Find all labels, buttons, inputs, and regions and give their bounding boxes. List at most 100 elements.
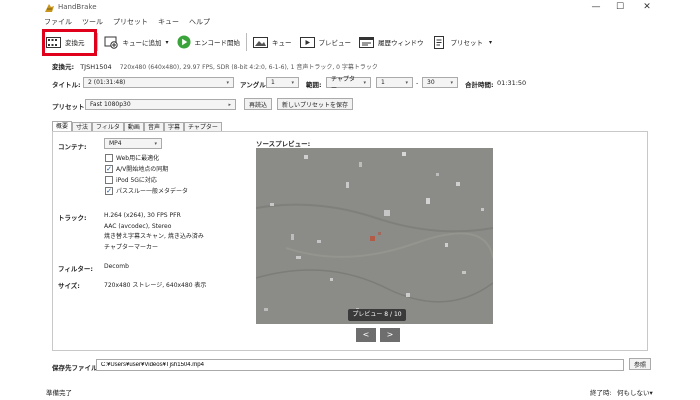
- menu-presets[interactable]: プリセット: [113, 17, 148, 28]
- chevron-down-icon: ▾: [405, 79, 408, 86]
- reload-preset-button[interactable]: 再読込: [244, 98, 273, 110]
- destination-label: 保存先ファイル:: [52, 364, 101, 372]
- chevron-down-icon: ▾: [226, 79, 229, 86]
- presets-document-icon: [433, 35, 444, 49]
- preset-select[interactable]: Fast 1080p30 ▸: [85, 99, 236, 110]
- duration-value: 01:31:50: [497, 79, 527, 87]
- option-ipod-label: iPod 5Gに対応: [116, 177, 157, 184]
- preset-select-value: Fast 1080p30: [90, 101, 131, 108]
- range-type-value: チャプター: [331, 75, 355, 92]
- size-label: サイズ:: [58, 282, 80, 290]
- range-start-select[interactable]: 1 ▾: [376, 77, 413, 88]
- preview-button[interactable]: プレビュー: [296, 31, 356, 53]
- chevron-down-icon: ▾: [291, 79, 294, 86]
- presets-button[interactable]: プリセット ▾: [428, 31, 497, 53]
- menu-tools[interactable]: ツール: [82, 17, 103, 28]
- preview-film-icon: [299, 36, 315, 48]
- toolbar: 変換元 キューに追加 ▾ エンコード開始 キュー プレビュー 履歴ウィンドウ プ…: [40, 30, 496, 54]
- queue-button[interactable]: キュー: [249, 31, 296, 53]
- container-select-value: MP4: [109, 140, 122, 147]
- source-preview-label: ソースプレビュー:: [256, 140, 311, 148]
- container-options: Web用に最適化 ✓ A/V開始地点の同期 iPod 5Gに対応 ✓ パススルー…: [105, 152, 188, 196]
- size-value: 720x480 ストレージ, 640x480 表示: [104, 282, 207, 289]
- range-end-value: 30: [427, 79, 435, 86]
- range-start-value: 1: [381, 79, 385, 86]
- range-label: 範囲:: [306, 81, 322, 89]
- save-new-preset-button[interactable]: 新しいプリセットを保存: [277, 98, 354, 110]
- chevron-down-icon: ▾: [363, 79, 366, 86]
- option-passthru-metadata[interactable]: ✓ パススルー一般メタデータ: [105, 185, 188, 196]
- tracks-list: H.264 (x264), 30 FPS PFR AAC (avcodec), …: [104, 211, 204, 253]
- activity-window-button[interactable]: 履歴ウィンドウ: [355, 31, 428, 53]
- menu-help[interactable]: ヘルプ: [189, 17, 210, 28]
- start-encode-button[interactable]: エンコード開始: [173, 31, 245, 53]
- preset-label: プリセット:: [52, 103, 88, 111]
- range-dash: -: [416, 79, 419, 87]
- add-queue-icon: [104, 36, 118, 49]
- track-item: 焼き替え字幕スキャン, 焼き込み済み: [104, 233, 204, 240]
- filters-label: フィルター:: [58, 265, 93, 273]
- destination-path-input[interactable]: [96, 359, 624, 371]
- toolbar-divider: [246, 33, 248, 51]
- add-to-queue-label: キューに追加: [122, 39, 162, 47]
- checkbox-passthru-metadata[interactable]: ✓: [105, 186, 113, 195]
- option-passthru-metadata-label: パススルー一般メタデータ: [116, 188, 189, 195]
- checkbox-av-align[interactable]: ✓: [105, 164, 113, 173]
- preview-frame-image: [256, 148, 493, 324]
- title-bar: HandBrake — ☐ ✕: [0, 0, 700, 16]
- checkbox-web-optimized[interactable]: [105, 153, 113, 162]
- menu-file[interactable]: ファイル: [44, 17, 72, 28]
- chevron-down-icon: ▾: [154, 140, 157, 147]
- queue-image-icon: [253, 36, 269, 48]
- chevron-down-icon: ▾: [649, 389, 653, 397]
- menu-queue[interactable]: キュー: [158, 17, 179, 28]
- option-web-optimized[interactable]: Web用に最適化: [105, 152, 188, 163]
- status-text: 準備完了: [46, 389, 72, 397]
- browse-button[interactable]: 参照: [629, 358, 651, 370]
- track-item: AAC (avcodec), Stereo: [104, 222, 172, 230]
- source-info-label: 変換元:: [52, 63, 75, 71]
- title-label: タイトル:: [52, 81, 81, 89]
- close-button[interactable]: ✕: [636, 1, 658, 13]
- queue-label: キュー: [272, 39, 292, 47]
- activity-window-icon: [359, 36, 375, 48]
- presets-label: プリセット: [450, 39, 484, 47]
- option-ipod[interactable]: iPod 5Gに対応: [105, 174, 188, 185]
- source-preview-image: [256, 148, 493, 324]
- source-details: 720x480 (640x480), 29.97 FPS, SDR (8-bit…: [119, 64, 378, 71]
- preview-next-button[interactable]: >: [380, 328, 400, 342]
- maximize-button[interactable]: ☐: [609, 1, 631, 13]
- status-bar: 準備完了 終了時: 何もしない▾: [0, 383, 700, 400]
- start-encode-label: エンコード開始: [194, 39, 241, 47]
- highlight-annotation: [42, 29, 97, 56]
- range-end-select[interactable]: 30 ▾: [422, 77, 458, 88]
- activity-window-label: 履歴ウィンドウ: [378, 39, 424, 47]
- angle-select-value: 1: [271, 79, 275, 86]
- preview-counter-badge: プレビュー 8 / 10: [348, 309, 406, 321]
- option-av-align-label: A/V開始地点の同期: [116, 166, 169, 173]
- source-name: TJSH1504: [80, 63, 112, 71]
- add-to-queue-button[interactable]: キューに追加 ▾: [100, 31, 173, 53]
- filters-value: Decomb: [104, 263, 129, 270]
- window-title: HandBrake: [58, 3, 97, 11]
- option-av-align[interactable]: ✓ A/V開始地点の同期: [105, 163, 188, 174]
- chevron-right-icon: ▸: [228, 101, 231, 108]
- minimize-button[interactable]: —: [585, 1, 607, 13]
- checkbox-ipod[interactable]: [105, 175, 113, 184]
- presets-caret-icon[interactable]: ▾: [489, 39, 492, 46]
- handbrake-logo-icon: [45, 4, 54, 12]
- container-label: コンテナ:: [58, 143, 87, 151]
- source-info: 変換元: TJSH1504 720x480 (640x480), 29.97 F…: [52, 61, 378, 71]
- add-queue-caret-icon[interactable]: ▾: [166, 39, 169, 46]
- angle-select[interactable]: 1 ▾: [266, 77, 299, 88]
- preview-prev-button[interactable]: <: [356, 328, 376, 342]
- when-done-value: 何もしない: [617, 389, 650, 397]
- container-select[interactable]: MP4 ▾: [104, 138, 162, 149]
- title-select-value: 2 (01:31:48): [88, 79, 126, 86]
- when-done-select[interactable]: 何もしない▾: [617, 387, 653, 397]
- range-type-select[interactable]: チャプター ▾: [326, 76, 371, 92]
- track-item: チャプターマーカー: [104, 243, 158, 251]
- angle-label: アングル:: [240, 81, 269, 89]
- title-select[interactable]: 2 (01:31:48) ▾: [83, 77, 234, 88]
- option-web-optimized-label: Web用に最適化: [116, 155, 160, 162]
